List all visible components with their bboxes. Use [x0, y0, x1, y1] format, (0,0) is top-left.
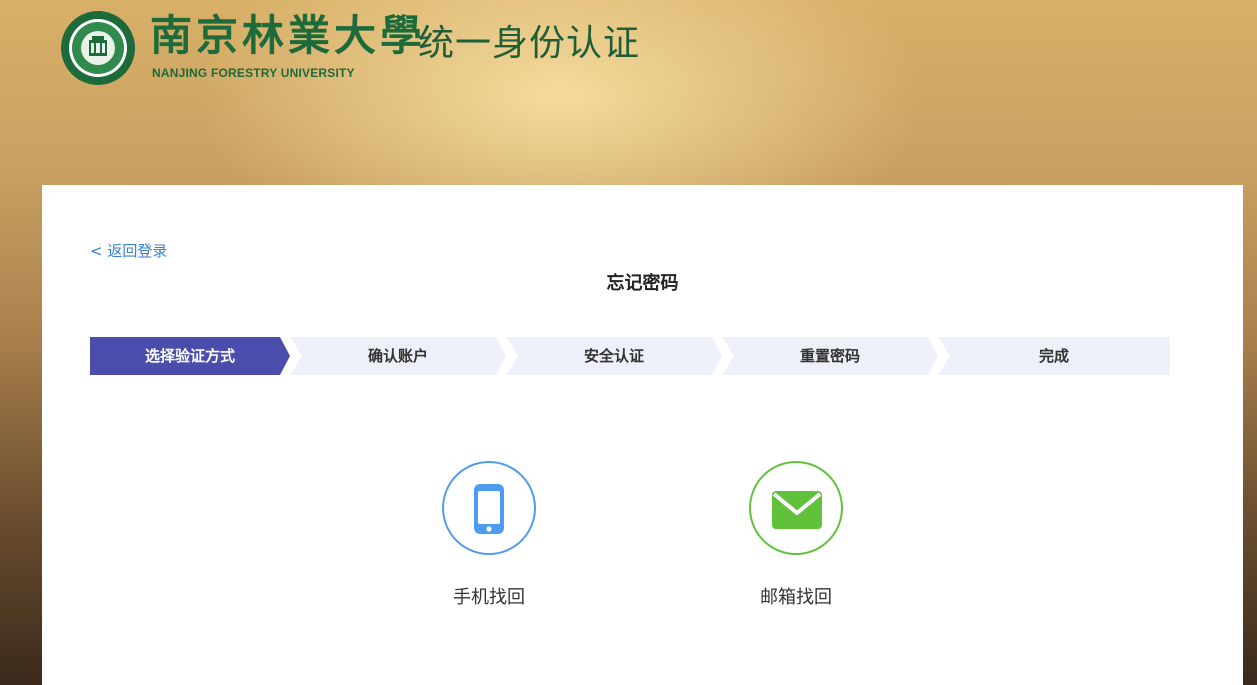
phone-icon	[474, 484, 504, 534]
mail-icon	[772, 491, 822, 529]
step-reset-password: 重置密码	[722, 337, 938, 375]
progress-steps: 选择验证方式 确认账户 安全认证 重置密码 完成	[90, 337, 1170, 375]
university-name-cn: 南京林業大學	[150, 11, 427, 60]
university-name-en: NANJING FORESTRY UNIVERSITY	[152, 66, 355, 80]
step-security-auth: 安全认证	[506, 337, 722, 375]
phone-recovery-circle[interactable]	[442, 461, 536, 555]
header: 南京林業大學 NANJING FORESTRY UNIVERSITY 统一身份认…	[0, 0, 1257, 185]
email-recovery-label[interactable]: 邮箱找回	[726, 583, 866, 609]
step-confirm-account: 确认账户	[290, 337, 506, 375]
step-complete: 完成	[938, 337, 1170, 375]
phone-recovery-label[interactable]: 手机找回	[419, 583, 559, 609]
step-select-method: 选择验证方式	[90, 337, 290, 375]
system-title: 统一身份认证	[418, 23, 641, 64]
back-to-login-link[interactable]: < 返回登录	[90, 240, 167, 261]
email-recovery-option[interactable]: 邮箱找回	[726, 461, 866, 609]
page-title: 忘记密码	[606, 273, 679, 294]
forgot-password-card: < 返回登录 忘记密码 选择验证方式 确认账户 安全认证 重置密码 完成 手机找…	[42, 185, 1243, 685]
phone-recovery-option[interactable]: 手机找回	[419, 461, 559, 609]
university-emblem-icon	[61, 11, 135, 85]
email-recovery-circle[interactable]	[749, 461, 843, 555]
